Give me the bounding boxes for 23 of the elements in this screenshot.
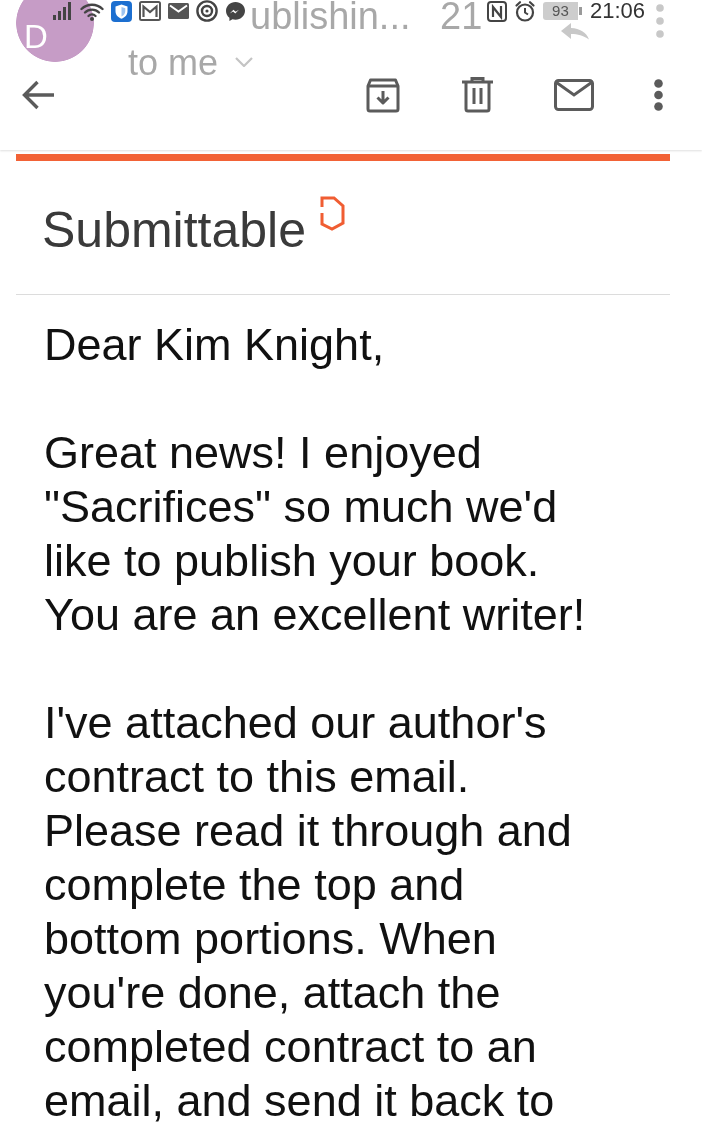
clock-time: 21:06	[589, 0, 645, 22]
nfc-icon	[486, 0, 507, 22]
archive-icon[interactable]	[365, 77, 401, 113]
avatar: D	[16, 0, 94, 62]
wifi-icon	[80, 1, 104, 21]
mail-outline-icon	[139, 1, 161, 21]
envelope-icon	[168, 3, 189, 19]
email-paragraph: Great news! I enjoyed "Sacrifices" so much we'd like to publish your book. You are an excellent writer!	[44, 426, 587, 642]
back-arrow-icon[interactable]	[21, 79, 55, 111]
email-paragraph: I've attached our author's contract to this email. Please read it through and complete the top and bottom portions. When you're done, attach the completed contract to an email, and send it back to	[44, 696, 573, 1128]
battery-indicator: 93	[542, 2, 583, 20]
more-vertical-icon[interactable]	[654, 79, 663, 111]
trash-icon[interactable]	[461, 77, 494, 113]
logo-icon	[319, 196, 346, 231]
logo-wordmark: Submittable	[42, 205, 307, 255]
mail-icon[interactable]	[554, 79, 594, 111]
email-paragraph: Dear Kim Knight,	[44, 318, 386, 372]
signal-icon	[53, 2, 73, 20]
message-time: 21	[440, 0, 483, 33]
sender-name: ublishin...	[250, 0, 411, 33]
recipient-text: to me	[128, 45, 219, 81]
alarm-clock-icon	[513, 0, 536, 22]
ring-icon	[196, 0, 218, 22]
